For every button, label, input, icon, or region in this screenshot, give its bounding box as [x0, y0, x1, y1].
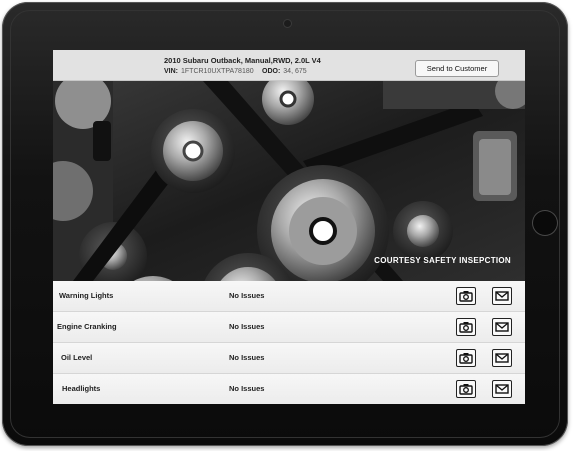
item-status: No Issues — [229, 384, 265, 393]
vehicle-title: 2010 Subaru Outback, Manual,RWD, 2.0L V4 — [164, 56, 321, 65]
vehicle-header: 2010 Subaru Outback, Manual,RWD, 2.0L V4… — [53, 50, 525, 81]
front-camera-icon — [284, 20, 291, 27]
tablet-frame: 2010 Subaru Outback, Manual,RWD, 2.0L V4… — [2, 2, 568, 446]
camera-button[interactable] — [456, 380, 476, 398]
item-name: Warning Lights — [59, 291, 114, 300]
vin-value: 1FTCR10UXTPA78180 — [181, 68, 254, 75]
item-status: No Issues — [229, 353, 265, 362]
home-button[interactable] — [532, 210, 558, 236]
camera-icon — [459, 353, 473, 364]
camera-icon — [459, 322, 473, 333]
send-to-customer-button[interactable]: Send to Customer — [415, 60, 499, 77]
envelope-icon — [495, 384, 509, 394]
envelope-icon — [495, 353, 509, 363]
inspection-row-engine-cranking: Engine Cranking No Issues — [53, 312, 525, 343]
envelope-icon — [495, 322, 509, 332]
app-screen: 2010 Subaru Outback, Manual,RWD, 2.0L V4… — [53, 50, 525, 404]
engine-pulleys-illustration — [53, 81, 525, 281]
camera-button[interactable] — [456, 287, 476, 305]
odo-label: ODO: — [262, 68, 281, 75]
item-status: No Issues — [229, 291, 265, 300]
envelope-icon — [495, 291, 509, 301]
item-name: Oil Level — [61, 353, 93, 362]
vin-row: VIN: 1FTCR10UXTPA78180 — [164, 68, 254, 75]
camera-icon — [459, 291, 473, 302]
email-button[interactable] — [492, 349, 512, 367]
inspection-row-warning-lights: Warning Lights No Issues — [53, 281, 525, 312]
email-button[interactable] — [492, 318, 512, 336]
inspection-row-headlights: Headlights No Issues — [53, 374, 525, 404]
odo-value: 34, 675 — [283, 68, 307, 75]
vin-label: VIN: — [164, 68, 178, 75]
inspection-list: Warning Lights No Issues Engine Cranking… — [53, 281, 525, 404]
camera-button[interactable] — [456, 349, 476, 367]
inspection-row-oil-level: Oil Level No Issues — [53, 343, 525, 374]
item-name: Headlights — [62, 384, 101, 393]
item-name: Engine Cranking — [57, 322, 117, 331]
inspection-banner: COURTESY SAFETY INSEPCTION — [374, 256, 511, 265]
email-button[interactable] — [492, 380, 512, 398]
email-button[interactable] — [492, 287, 512, 305]
camera-button[interactable] — [456, 318, 476, 336]
hero-engine-image: COURTESY SAFETY INSEPCTION — [53, 81, 525, 281]
item-status: No Issues — [229, 322, 265, 331]
camera-icon — [459, 384, 473, 395]
odometer-row: ODO: 34, 675 — [262, 68, 307, 75]
